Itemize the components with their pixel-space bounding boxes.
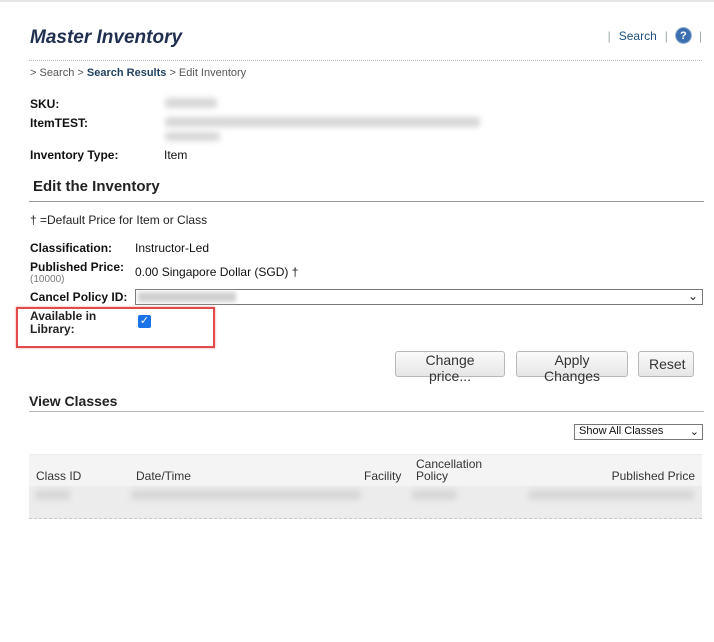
help-icon[interactable]: ? xyxy=(675,28,691,43)
published-price-code: (10000) xyxy=(30,274,65,285)
show-classes-value: Show All Classes xyxy=(579,425,664,437)
breadcrumb: > Search > Search Results > Edit Invento… xyxy=(30,67,246,79)
cancel-policy-select[interactable]: ⌄ xyxy=(135,289,703,305)
column-published-price[interactable]: Published Price xyxy=(612,469,695,483)
sku-label: SKU: xyxy=(30,97,60,111)
search-link[interactable]: Search xyxy=(619,29,657,43)
column-policy[interactable]: Policy xyxy=(416,469,448,483)
breadcrumb-search[interactable]: > Search > xyxy=(30,67,84,79)
chevron-down-icon: ⌄ xyxy=(689,426,699,438)
classification-value: Instructor-Led xyxy=(135,241,210,255)
inventory-type-label: Inventory Type: xyxy=(30,148,119,162)
published-price-label: Published Price: xyxy=(30,260,125,274)
item-value-redacted xyxy=(165,117,480,127)
published-price-value: 0.00 Singapore Dollar (SGD) † xyxy=(135,265,299,279)
item-label: ItemTEST: xyxy=(30,116,89,130)
separator: | xyxy=(664,28,668,43)
default-price-note: † =Default Price for Item or Class xyxy=(30,213,208,227)
top-links: | Search | ? | xyxy=(608,28,702,43)
page-title: Master Inventory xyxy=(30,27,183,48)
chevron-down-icon: ⌄ xyxy=(687,289,698,303)
top-border xyxy=(0,0,714,2)
column-date-time[interactable]: Date/Time xyxy=(136,469,191,483)
separator: | xyxy=(607,28,611,43)
classes-table-header: Class ID Date/Time Facility Cancellation… xyxy=(29,454,702,487)
column-class-id[interactable]: Class ID xyxy=(36,469,81,483)
available-in-library-checkbox[interactable]: ✓ xyxy=(138,315,151,328)
breadcrumb-search-results[interactable]: Search Results xyxy=(87,67,166,79)
change-price-button[interactable]: Change price... xyxy=(395,351,505,384)
date-time-redacted xyxy=(131,490,361,500)
table-row[interactable] xyxy=(29,486,702,519)
reset-button[interactable]: Reset xyxy=(638,351,694,377)
view-classes-divider xyxy=(29,411,704,412)
inventory-type-value: Item xyxy=(164,148,188,162)
policy-redacted xyxy=(412,490,457,500)
show-classes-select[interactable]: Show All Classes ⌄ xyxy=(574,424,703,440)
title-divider xyxy=(29,60,702,61)
apply-changes-button[interactable]: Apply Changes xyxy=(516,351,628,384)
available-in-library-label: Available in Library: xyxy=(30,309,97,336)
breadcrumb-edit-inventory: > Edit Inventory xyxy=(169,67,247,79)
separator: | xyxy=(698,28,702,43)
cancel-policy-label: Cancel Policy ID: xyxy=(30,290,128,304)
edit-section-title: Edit the Inventory xyxy=(33,178,160,195)
cancel-policy-value-redacted xyxy=(138,292,236,302)
column-facility[interactable]: Facility xyxy=(364,469,401,483)
class-id-redacted xyxy=(35,490,70,500)
edit-section-divider xyxy=(29,201,704,202)
view-classes-title: View Classes xyxy=(29,393,118,409)
item-value-redacted-line2 xyxy=(165,132,220,141)
price-redacted xyxy=(529,490,694,500)
sku-value-redacted xyxy=(165,98,217,108)
classification-label: Classification: xyxy=(30,241,113,255)
